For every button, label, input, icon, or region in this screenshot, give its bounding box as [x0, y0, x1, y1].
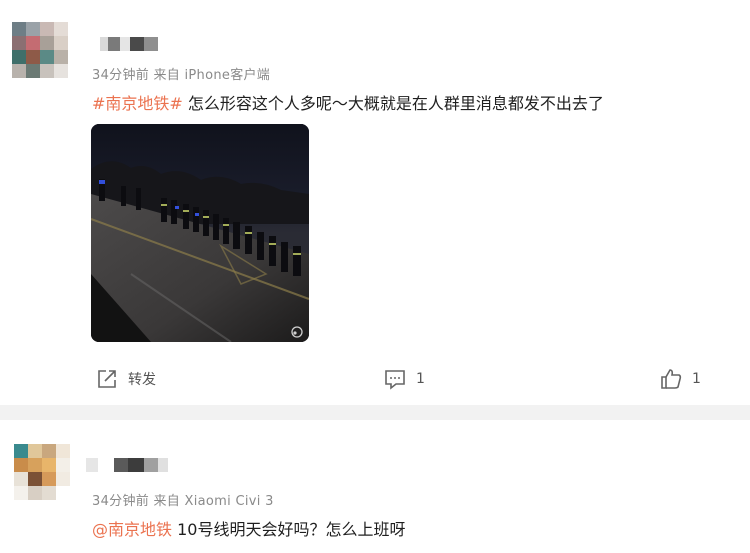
post-photo[interactable]: [91, 124, 309, 342]
repost-button[interactable]: 转发: [96, 368, 156, 390]
post-text: @南京地铁 10号线明天会好吗？怎么上班呀: [92, 516, 405, 540]
comment-button[interactable]: 1: [384, 368, 425, 390]
like-count: 1: [692, 371, 701, 387]
like-icon: [660, 368, 682, 390]
mention-link[interactable]: @南京地铁: [92, 520, 172, 539]
post-card: 34分钟前 来自 iPhone客户端 #南京地铁# 怎么形容这个人多呢～大概就是…: [0, 0, 750, 405]
avatar[interactable]: [12, 22, 68, 78]
comment-icon: [384, 368, 406, 390]
repost-icon: [96, 368, 118, 390]
post-text: #南京地铁# 怎么形容这个人多呢～大概就是在人群里消息都发不出去了: [92, 90, 604, 114]
post-body: 10号线明天会好吗？怎么上班呀: [172, 520, 406, 539]
hashtag-link[interactable]: #南京地铁#: [92, 94, 183, 113]
post-body: 怎么形容这个人多呢～大概就是在人群里消息都发不出去了: [182, 94, 604, 113]
post-meta: 34分钟前 来自 iPhone客户端: [92, 68, 271, 83]
post-card: 34分钟前 来自 Xiaomi Civi 3 @南京地铁 10号线明天会好吗？怎…: [0, 420, 750, 553]
night-crowd-photo: [91, 124, 309, 342]
post-meta: 34分钟前 来自 Xiaomi Civi 3: [92, 494, 274, 509]
username-blurred[interactable]: [86, 458, 168, 474]
username-blurred[interactable]: [100, 37, 158, 53]
avatar[interactable]: [14, 444, 70, 500]
repost-label: 转发: [128, 372, 156, 388]
action-bar: 转发 1 1: [0, 366, 750, 396]
like-button[interactable]: 1: [660, 368, 701, 390]
post-divider: [0, 405, 750, 420]
comment-count: 1: [416, 371, 425, 387]
